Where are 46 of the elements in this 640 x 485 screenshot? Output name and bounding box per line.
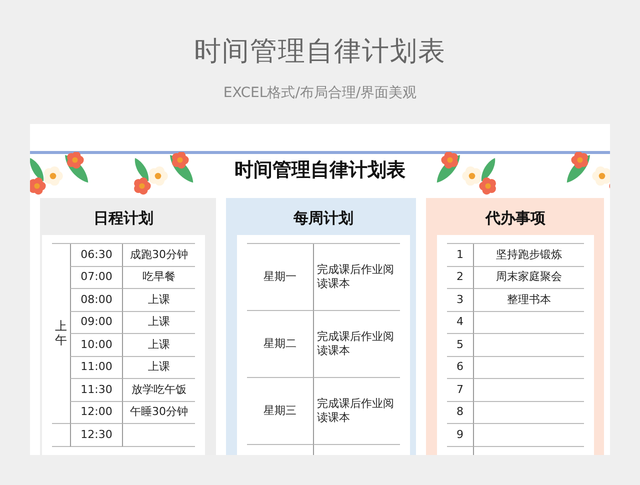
time-cell: 07:00 — [70, 266, 122, 289]
activity-cell: 上课 — [122, 356, 195, 379]
activity-cell: 放学吃午饭 — [122, 379, 195, 402]
page-subtitle: EXCEL格式/布局合理/界面美观 — [223, 84, 417, 102]
number-cell: 3 — [447, 289, 473, 312]
period-label: 上午 — [55, 320, 67, 347]
panel-title: 代办事项 — [484, 208, 546, 229]
panel-title: 日程计划 — [92, 208, 154, 229]
day-cell: 星期二 — [247, 311, 313, 378]
time-cell: 11:00 — [70, 356, 122, 379]
flower-decoration-drawing — [30, 152, 88, 195]
number-cell: 1 — [447, 244, 473, 266]
time-cell: 09:00 — [70, 312, 122, 334]
activity-cell: 吃早餐 — [122, 266, 195, 289]
flower-decoration-drawing — [134, 152, 194, 195]
number-cell: 6 — [447, 356, 473, 379]
flower-decoration-drawing — [436, 152, 496, 195]
time-cell: 12:30 — [70, 424, 122, 446]
number-cell: 4 — [447, 312, 473, 334]
task-cell: 完成课后作业阅读课本 — [313, 378, 400, 445]
time-cell: 11:30 — [70, 379, 122, 402]
day-cell: 星期一 — [247, 244, 313, 311]
page-title: 时间管理自律计划表 — [194, 36, 446, 68]
number-cell: 2 — [447, 266, 473, 289]
activity-cell: 上课 — [122, 289, 195, 312]
todo-cell: 整理书本 — [473, 289, 584, 312]
activity-cell: 上课 — [122, 334, 195, 356]
number-cell: 9 — [447, 424, 473, 446]
number-cell: 5 — [447, 334, 473, 356]
time-cell: 10:00 — [70, 334, 122, 356]
sheet-title: 时间管理自律计划表 — [234, 158, 406, 183]
time-cell: 08:00 — [70, 289, 122, 312]
panel-title: 每周计划 — [292, 208, 354, 229]
todo-cell: 周末家庭聚会 — [473, 266, 584, 289]
activity-cell: 午睡30分钟 — [122, 402, 195, 424]
task-cell: 完成课后作业阅读课本 — [313, 244, 400, 311]
todo-cell: 坚持跑步锻炼 — [473, 244, 584, 266]
number-cell: 7 — [447, 379, 473, 402]
task-cell: 完成课后作业阅读课本 — [313, 311, 400, 378]
flower-decoration-drawing — [566, 152, 610, 190]
day-cell: 星期三 — [247, 378, 313, 445]
activity-cell: 成跑30分钟 — [122, 244, 195, 266]
number-cell: 8 — [447, 402, 473, 424]
activity-cell: 上课 — [122, 312, 195, 334]
time-cell: 12:00 — [70, 402, 122, 424]
time-cell: 06:30 — [70, 244, 122, 266]
